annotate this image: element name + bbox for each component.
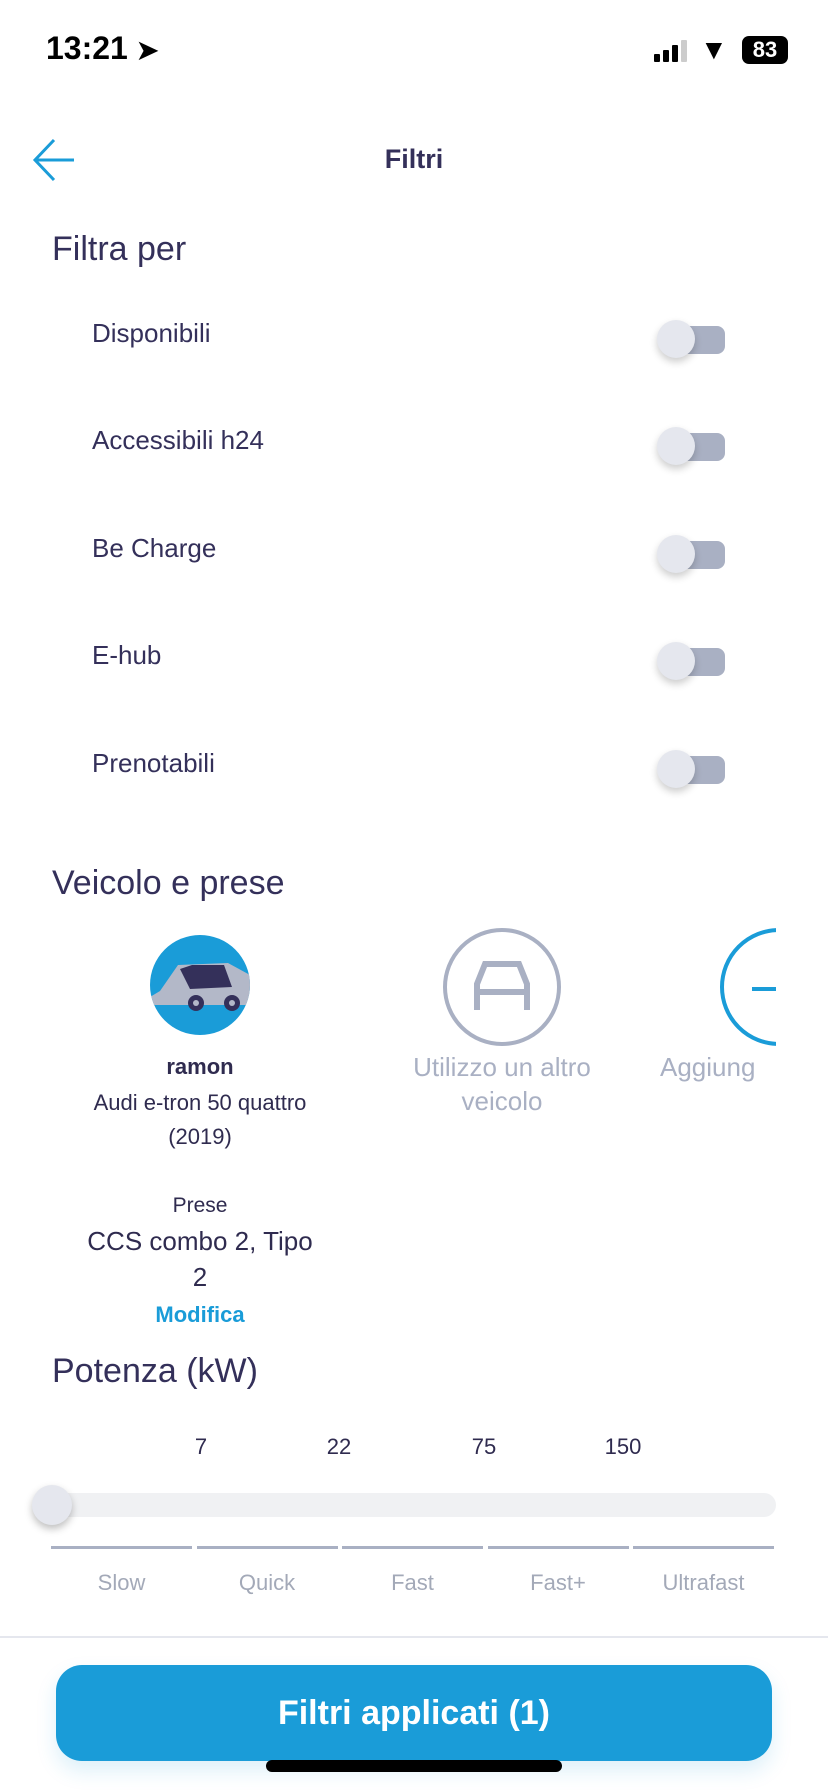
car-image-icon	[150, 963, 250, 1011]
power-tick-label: 7	[194, 1434, 208, 1459]
power-tick-label: 75	[471, 1434, 497, 1459]
other-vehicle-line2: veicolo	[461, 1086, 543, 1116]
status-time: 13:21 ➤	[46, 30, 159, 67]
power-slider-thumb[interactable]	[32, 1485, 72, 1525]
wifi-icon: ▼	[700, 34, 728, 65]
filter-label: Prenotabili	[92, 748, 215, 778]
sockets-value-cont: 2	[192, 1262, 208, 1292]
filter-label: E-hub	[92, 640, 162, 670]
filter-toggle[interactable]	[657, 425, 727, 465]
power-heading: Potenza (kW)	[52, 1352, 258, 1390]
add-vehicle-option[interactable]: Aggiung	[640, 928, 776, 1128]
filter-toggle[interactable]	[657, 318, 727, 358]
power-segment-line	[51, 1546, 192, 1549]
power-category-label: Ultrafast	[662, 1570, 745, 1595]
power-category-label: Slow	[97, 1570, 146, 1595]
battery-indicator: 83	[742, 36, 788, 64]
add-vehicle-label: Aggiung	[660, 1052, 756, 1082]
filter-toggle[interactable]	[657, 640, 727, 680]
power-category-label: Fast	[391, 1570, 434, 1595]
signal-icon	[654, 40, 690, 62]
filter-toggle[interactable]	[657, 748, 727, 788]
vehicle-name: ramon	[166, 1054, 234, 1079]
vehicle-year: (2019)	[168, 1124, 232, 1149]
power-segment-line	[342, 1546, 483, 1549]
filter-label: Accessibili h24	[92, 425, 264, 455]
page-title: Filtri	[384, 144, 444, 174]
other-vehicle-line1: Utilizzo un altro	[413, 1052, 591, 1082]
vehicles-heading: Veicolo e prese	[52, 864, 285, 902]
car-outline-icon	[443, 928, 561, 1046]
battery-level: 83	[752, 37, 778, 62]
apply-filters-label: Filtri applicati (1)	[277, 1694, 551, 1732]
time-text: 13:21	[46, 30, 128, 66]
power-segment-line	[487, 1546, 629, 1549]
other-vehicle-option[interactable]: Utilizzo un altro veicolo	[370, 928, 634, 1128]
power-segment-line	[633, 1546, 774, 1549]
home-indicator	[266, 1760, 562, 1772]
sockets-value: CCS combo 2, Tipo	[87, 1226, 313, 1256]
power-segment-line	[196, 1546, 338, 1549]
vehicle-model: Audi e-tron 50 quattro	[93, 1090, 307, 1115]
footer-divider	[0, 1636, 828, 1638]
vehicle-card-selected[interactable]: ramon Audi e-tron 50 quattro (2019) Pres…	[50, 932, 350, 1332]
filter-label: Be Charge	[92, 533, 217, 563]
filter-toggle[interactable]	[657, 533, 727, 573]
location-arrow-icon: ➤	[136, 35, 159, 65]
sockets-label: Prese	[172, 1194, 228, 1217]
vehicle-avatar	[150, 935, 250, 1035]
power-category-label: Quick	[238, 1570, 296, 1595]
edit-link[interactable]: Modifica	[50, 1302, 350, 1328]
filters-heading: Filtra per	[52, 230, 187, 268]
apply-filters-button[interactable]: Filtri applicati (1)	[56, 1665, 772, 1761]
power-slider-track[interactable]	[51, 1493, 776, 1517]
power-tick-label: 150	[604, 1434, 642, 1459]
power-tick-label: 22	[326, 1434, 352, 1459]
plus-circle-icon	[720, 928, 776, 1046]
power-category-label: Fast+	[530, 1570, 586, 1595]
filter-label: Disponibili	[92, 318, 211, 348]
